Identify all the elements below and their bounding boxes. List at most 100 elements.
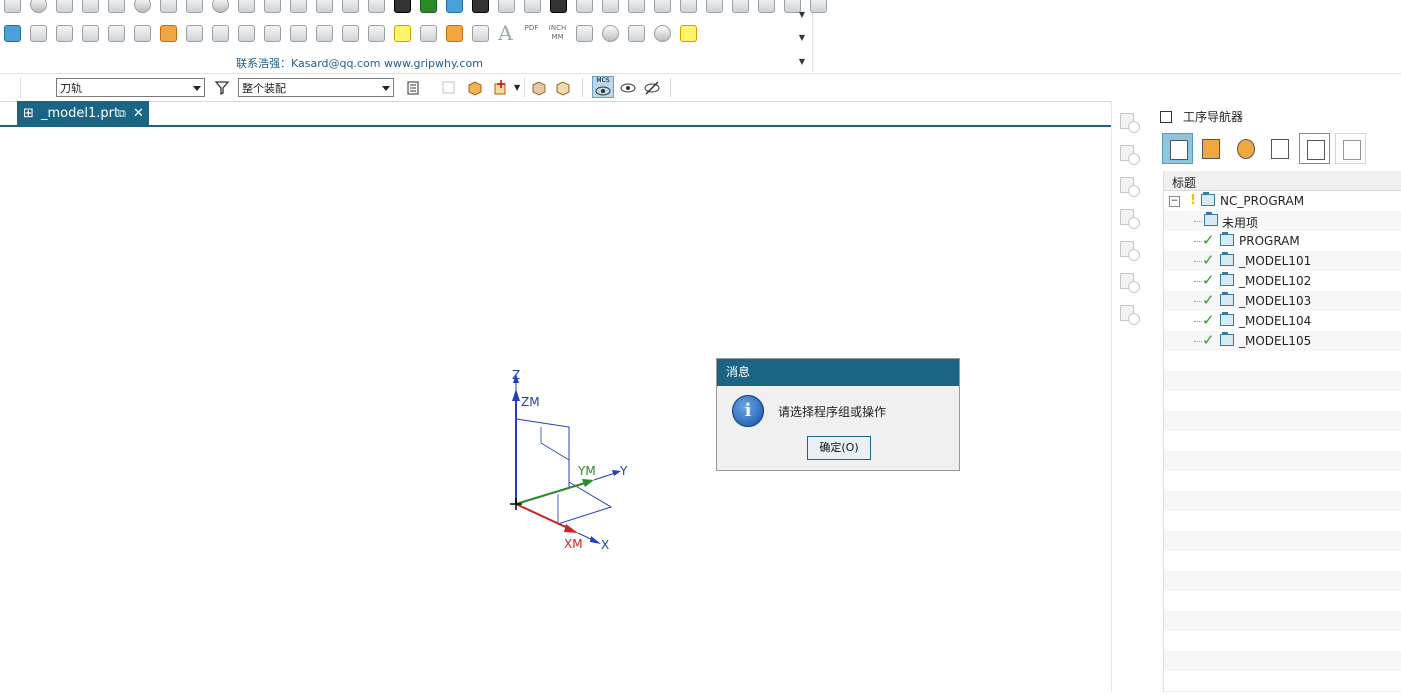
select-point-icon[interactable]: [492, 79, 510, 97]
detach-icon[interactable]: ⧉: [118, 101, 126, 126]
tree-row[interactable]: ✓ _MODEL105: [1164, 331, 1401, 352]
filter-icon[interactable]: [214, 79, 232, 97]
tool-icon[interactable]: [572, 21, 595, 44]
tool-icon[interactable]: [546, 0, 569, 15]
tool-icon[interactable]: [416, 0, 439, 15]
tree-row[interactable]: ✓ PROGRAM: [1164, 231, 1401, 252]
tool-icon[interactable]: [130, 21, 153, 44]
chevron-down-icon[interactable]: ▼: [514, 83, 520, 92]
pdf-icon[interactable]: PDF: [520, 21, 543, 44]
tool-icon[interactable]: [598, 0, 621, 15]
tool-icon[interactable]: [468, 21, 491, 44]
type-filter-select[interactable]: 刀轨: [56, 78, 205, 97]
toolbar-overflow-icon[interactable]: ▼: [797, 33, 807, 43]
tree-row[interactable]: ✓ _MODEL102: [1164, 271, 1401, 292]
tree-row[interactable]: − ! NC_PROGRAM: [1164, 191, 1401, 212]
tool-icon[interactable]: [286, 0, 309, 15]
cube-icon[interactable]: [530, 79, 548, 97]
tool-icon[interactable]: [312, 0, 335, 15]
stock-icon[interactable]: [442, 21, 465, 44]
tool-icon[interactable]: [390, 0, 413, 15]
tool-icon[interactable]: [52, 21, 75, 44]
tool-icon[interactable]: [442, 0, 465, 15]
tool-icon[interactable]: [182, 0, 205, 15]
tab-model1[interactable]: ⊞ _model1.prt ⧉ ✕: [17, 101, 149, 126]
create-geometry-icon[interactable]: [1118, 175, 1140, 197]
close-icon[interactable]: ✕: [133, 101, 144, 126]
mcs-toggle[interactable]: MCS: [592, 76, 614, 98]
tool-icon[interactable]: [702, 0, 725, 15]
ok-button[interactable]: 确定(O): [807, 436, 871, 460]
pin-checkbox[interactable]: [1160, 111, 1172, 123]
tool-icon[interactable]: [416, 21, 439, 44]
create-program-icon[interactable]: [1118, 111, 1140, 133]
tool-icon[interactable]: [624, 21, 647, 44]
tool-icon[interactable]: [520, 0, 543, 15]
machine-view-icon[interactable]: [1118, 303, 1140, 325]
tool-icon[interactable]: [364, 21, 387, 44]
create-operation-icon[interactable]: [1118, 239, 1140, 261]
toolbar-overflow-icon[interactable]: ▼: [797, 10, 807, 20]
tool-icon[interactable]: [806, 0, 829, 15]
bear-icon[interactable]: [156, 21, 179, 44]
tool-icon[interactable]: [364, 0, 387, 15]
tool-icon[interactable]: [208, 0, 231, 15]
tool-icon[interactable]: [572, 0, 595, 15]
tool-icon[interactable]: [598, 21, 621, 44]
selection-mode-icon[interactable]: [405, 79, 423, 97]
dialog-title[interactable]: 消息: [717, 359, 959, 386]
tool-icon[interactable]: [0, 0, 23, 15]
tool-icon[interactable]: [260, 21, 283, 44]
toolbar-overflow-icon[interactable]: ▼: [797, 57, 807, 67]
select-body-icon[interactable]: [466, 79, 484, 97]
tool-icon[interactable]: [104, 0, 127, 15]
tool-icon[interactable]: [624, 0, 647, 15]
inch-mm-icon[interactable]: INCH MM: [546, 21, 569, 44]
tool-icon[interactable]: [234, 21, 257, 44]
tool-icon[interactable]: [208, 21, 231, 44]
path-icon[interactable]: [390, 21, 413, 44]
tool-icon[interactable]: [52, 0, 75, 15]
tool-icon[interactable]: [494, 0, 517, 15]
tool-icon[interactable]: [338, 0, 361, 15]
tool-icon[interactable]: [312, 21, 335, 44]
tool-icon[interactable]: [130, 0, 153, 15]
create-item-button[interactable]: [1299, 133, 1330, 164]
tool-icon[interactable]: [676, 21, 699, 44]
snap-icon[interactable]: [440, 79, 458, 97]
tool-icon[interactable]: [286, 21, 309, 44]
tree-row[interactable]: ✓ _MODEL103: [1164, 291, 1401, 312]
nc-icon[interactable]: [0, 21, 23, 44]
delete-item-button[interactable]: [1335, 133, 1366, 164]
tool-icon[interactable]: [104, 21, 127, 44]
machining-method-view-button[interactable]: [1264, 133, 1295, 164]
cube-edge-icon[interactable]: [554, 79, 572, 97]
tool-icon[interactable]: [26, 21, 49, 44]
tool-icon[interactable]: [468, 0, 491, 15]
tool-icon[interactable]: [156, 0, 179, 15]
tool-icon[interactable]: [78, 0, 101, 15]
hide-icon[interactable]: [643, 79, 661, 97]
machine-tool-view-button[interactable]: [1195, 133, 1226, 164]
scope-filter-select[interactable]: 整个装配: [238, 78, 394, 97]
tool-icon[interactable]: [338, 21, 361, 44]
create-method-icon[interactable]: [1118, 207, 1140, 229]
tool-icon[interactable]: [754, 0, 777, 15]
tool-icon[interactable]: [650, 21, 673, 44]
geometry-view-button[interactable]: [1230, 133, 1261, 164]
tool-icon[interactable]: [26, 0, 49, 15]
tool-icon[interactable]: [650, 0, 673, 15]
tool-icon[interactable]: [78, 21, 101, 44]
create-tool-icon[interactable]: [1118, 143, 1140, 165]
font-a-icon[interactable]: A: [494, 21, 517, 45]
tool-icon[interactable]: [234, 0, 257, 15]
tool-icon[interactable]: [260, 0, 283, 15]
tool-icon[interactable]: [676, 0, 699, 15]
tree-row[interactable]: ✓ _MODEL101: [1164, 251, 1401, 272]
program-view-icon[interactable]: [1118, 271, 1140, 293]
collapse-icon[interactable]: −: [1169, 196, 1180, 207]
tree-row[interactable]: ✓ _MODEL104: [1164, 311, 1401, 332]
eye-icon[interactable]: [619, 79, 637, 97]
tool-icon[interactable]: [728, 0, 751, 15]
tree-row[interactable]: 未用项: [1164, 211, 1401, 232]
